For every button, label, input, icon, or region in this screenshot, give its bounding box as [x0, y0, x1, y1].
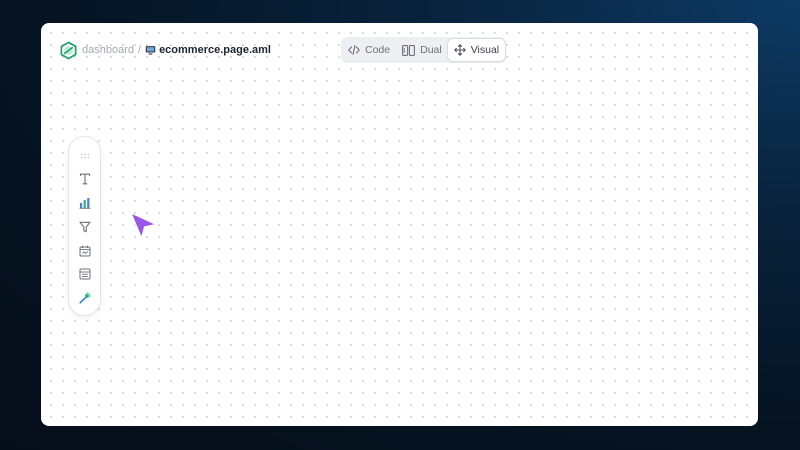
move-arrows-icon [453, 44, 466, 56]
code-mode-label: Code [365, 44, 391, 56]
magic-wand-icon[interactable] [77, 290, 92, 305]
code-mode-button[interactable]: Code [342, 39, 396, 61]
split-view-icon [402, 44, 416, 56]
bar-chart-icon[interactable] [77, 195, 92, 210]
visual-mode-button[interactable]: Visual [447, 39, 506, 61]
filter-icon[interactable] [77, 219, 92, 234]
breadcrumb-file: ecommerce.page.aml [159, 44, 271, 56]
text-icon[interactable] [77, 171, 92, 186]
view-mode-switch: Code Dual Visual [341, 37, 507, 63]
app-logo-icon[interactable] [59, 40, 78, 60]
code-icon [348, 44, 360, 56]
breadcrumb: dashboard / ecommerce.page.aml [59, 40, 271, 60]
dual-mode-label: Dual [420, 44, 442, 56]
date-filter-icon[interactable] [77, 243, 92, 258]
visual-mode-label: Visual [470, 44, 500, 56]
table-icon[interactable] [77, 266, 92, 281]
drag-handle-icon[interactable] [77, 148, 92, 163]
component-toolbar [68, 136, 101, 316]
dual-mode-button[interactable]: Dual [396, 39, 448, 61]
breadcrumb-separator: / [138, 44, 142, 56]
breadcrumb-root[interactable]: dashboard [82, 44, 134, 56]
cursor-pointer-icon [130, 212, 157, 239]
editor-window: dashboard / ecommerce.page.aml Code Dual [41, 23, 758, 426]
monitor-icon [145, 45, 156, 56]
